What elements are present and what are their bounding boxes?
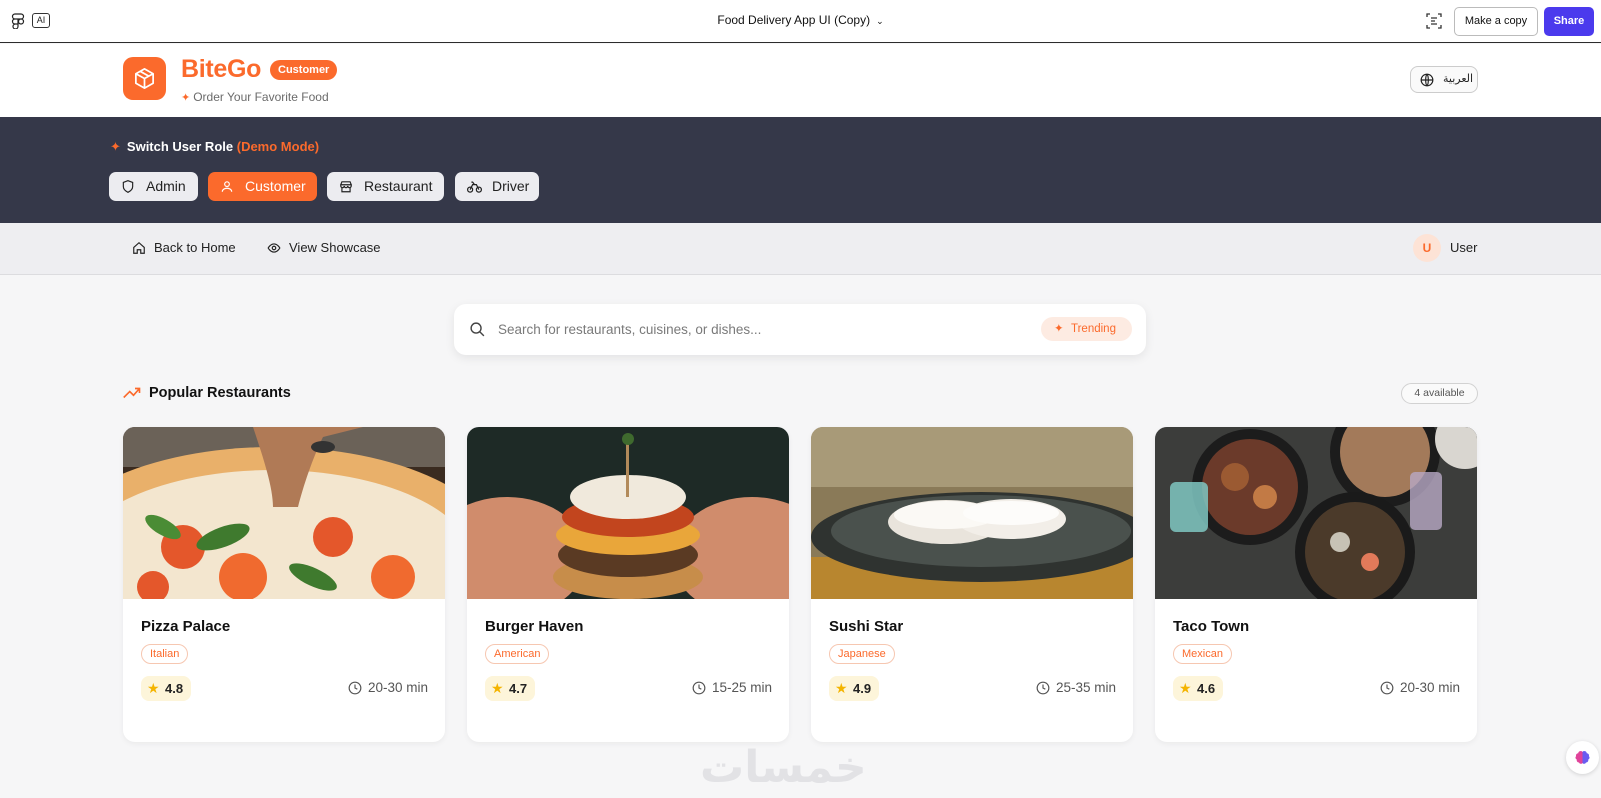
make-copy-button[interactable]: Make a copy [1454,7,1538,36]
rating-badge: ★ 4.8 [141,676,192,701]
sparkles-icon: ✦ [181,92,191,104]
star-icon: ★ [1179,680,1192,696]
nav-bar: Back to Home View Showcase U User [0,223,1601,275]
role-label: Admin [146,178,186,194]
demo-mode-label: (Demo Mode) [236,139,320,154]
restaurant-name: Taco Town [1173,618,1250,635]
file-title[interactable]: Food Delivery App UI (Copy) ⌄ [0,13,1601,27]
delivery-time-value: 20-30 min [367,680,428,695]
shield-icon [122,180,134,193]
role-label: Customer [245,178,306,194]
rating-value: 4.6 [1197,681,1216,696]
restaurant-name: Pizza Palace [141,618,231,635]
role-button-driver[interactable]: Driver [455,172,539,201]
view-showcase-link[interactable]: View Showcase [267,239,381,257]
clock-icon [348,681,362,695]
restaurant-card[interactable]: Burger Haven American ★ 4.7 15-25 min [467,427,789,742]
role-label: Driver [492,178,530,194]
present-mode-icon[interactable] [1425,12,1443,30]
section-title: Popular Restaurants [123,385,291,401]
tagline: ✦ Order Your Favorite Food [181,90,329,104]
watermark: خمسات [700,743,867,792]
rating-badge: ★ 4.6 [1173,676,1224,701]
assistant-button[interactable] [1566,741,1599,774]
restaurant-card[interactable]: Taco Town Mexican ★ 4.6 20-30 min [1155,427,1477,742]
cuisine-tag: Japanese [829,644,895,664]
chevron-down-icon: ⌄ [876,16,884,26]
bike-icon [467,181,482,193]
delivery-time-value: 20-30 min [1399,680,1460,695]
role-button-admin[interactable]: Admin [109,172,198,201]
home-icon [133,241,145,254]
back-to-home-label: Back to Home [154,240,236,255]
share-button[interactable]: Share [1544,7,1594,36]
clock-icon [1036,681,1050,695]
search-icon [470,322,485,337]
eye-icon [267,243,281,253]
rating-value: 4.9 [853,681,872,696]
cuisine-tag: Italian [141,644,189,664]
rating-value: 4.8 [165,681,184,696]
figma-toolbar: AI Food Delivery App UI (Copy) ⌄ Make a c… [0,0,1601,43]
file-title-text: Food Delivery App UI (Copy) [717,13,871,27]
star-icon: ★ [491,680,504,696]
rating-badge: ★ 4.9 [829,676,880,701]
trending-up-icon [123,387,141,399]
role-switcher-title: ✦ Switch User Role (Demo Mode) [110,139,319,155]
restaurant-card[interactable]: Sushi Star Japanese ★ 4.9 25-35 min [811,427,1133,742]
star-icon: ★ [147,680,160,696]
delivery-time: 20-30 min [348,679,428,697]
delivery-time: 15-25 min [692,679,772,697]
search-input[interactable] [498,316,1018,342]
star-icon: ★ [835,680,848,696]
restaurant-card[interactable]: Pizza Palace Italian ★ 4.8 20-30 min [123,427,445,742]
language-label: العربية [1443,73,1474,85]
brand-name: BiteGo [181,55,262,83]
language-switch-button[interactable]: العربية [1410,66,1478,93]
app-header: BiteGo Customer ✦ Order Your Favorite Foo… [0,44,1601,117]
search-bar: ✦ Trending [454,304,1146,355]
role-badge: Customer [270,60,338,80]
restaurant-name: Sushi Star [829,618,904,635]
tagline-text: Order Your Favorite Food [193,90,329,104]
section-title-text: Popular Restaurants [149,385,291,401]
view-showcase-label: View Showcase [289,240,381,255]
restaurant-photo [811,427,1133,599]
clock-icon [692,681,706,695]
package-icon [135,68,154,89]
restaurant-name: Burger Haven [485,618,584,635]
rating-value: 4.7 [509,681,528,696]
brain-icon [1575,751,1590,764]
role-switcher: ✦ Switch User Role (Demo Mode) Admin Cust… [0,117,1601,223]
trending-label: Trending [1071,323,1116,335]
rating-badge: ★ 4.7 [485,676,536,701]
trending-button[interactable]: ✦ Trending [1041,317,1132,341]
avatar[interactable]: U [1413,234,1441,262]
store-icon [340,181,352,193]
restaurant-photo [467,427,789,599]
globe-icon [1420,73,1434,87]
delivery-time: 25-35 min [1036,679,1116,697]
cuisine-tag: American [485,644,550,664]
clock-icon [1380,681,1394,695]
sparkles-icon: ✦ [1054,323,1064,335]
role-button-restaurant[interactable]: Restaurant [327,172,444,201]
role-button-customer[interactable]: Customer [208,172,317,201]
delivery-time-value: 15-25 min [711,680,772,695]
cuisine-tag: Mexican [1173,644,1232,664]
role-switcher-label: Switch User Role [126,139,234,154]
role-label: Restaurant [364,178,433,194]
restaurant-photo [1155,427,1477,599]
available-count-badge: 4 available [1401,383,1478,404]
delivery-time: 20-30 min [1380,679,1460,697]
user-icon [221,181,233,192]
app-logo[interactable] [123,57,166,100]
back-to-home-link[interactable]: Back to Home [132,239,236,257]
user-name[interactable]: User [1450,240,1477,255]
restaurant-photo [123,427,445,599]
delivery-time-value: 25-35 min [1055,680,1116,695]
sparkles-icon: ✦ [110,139,121,154]
